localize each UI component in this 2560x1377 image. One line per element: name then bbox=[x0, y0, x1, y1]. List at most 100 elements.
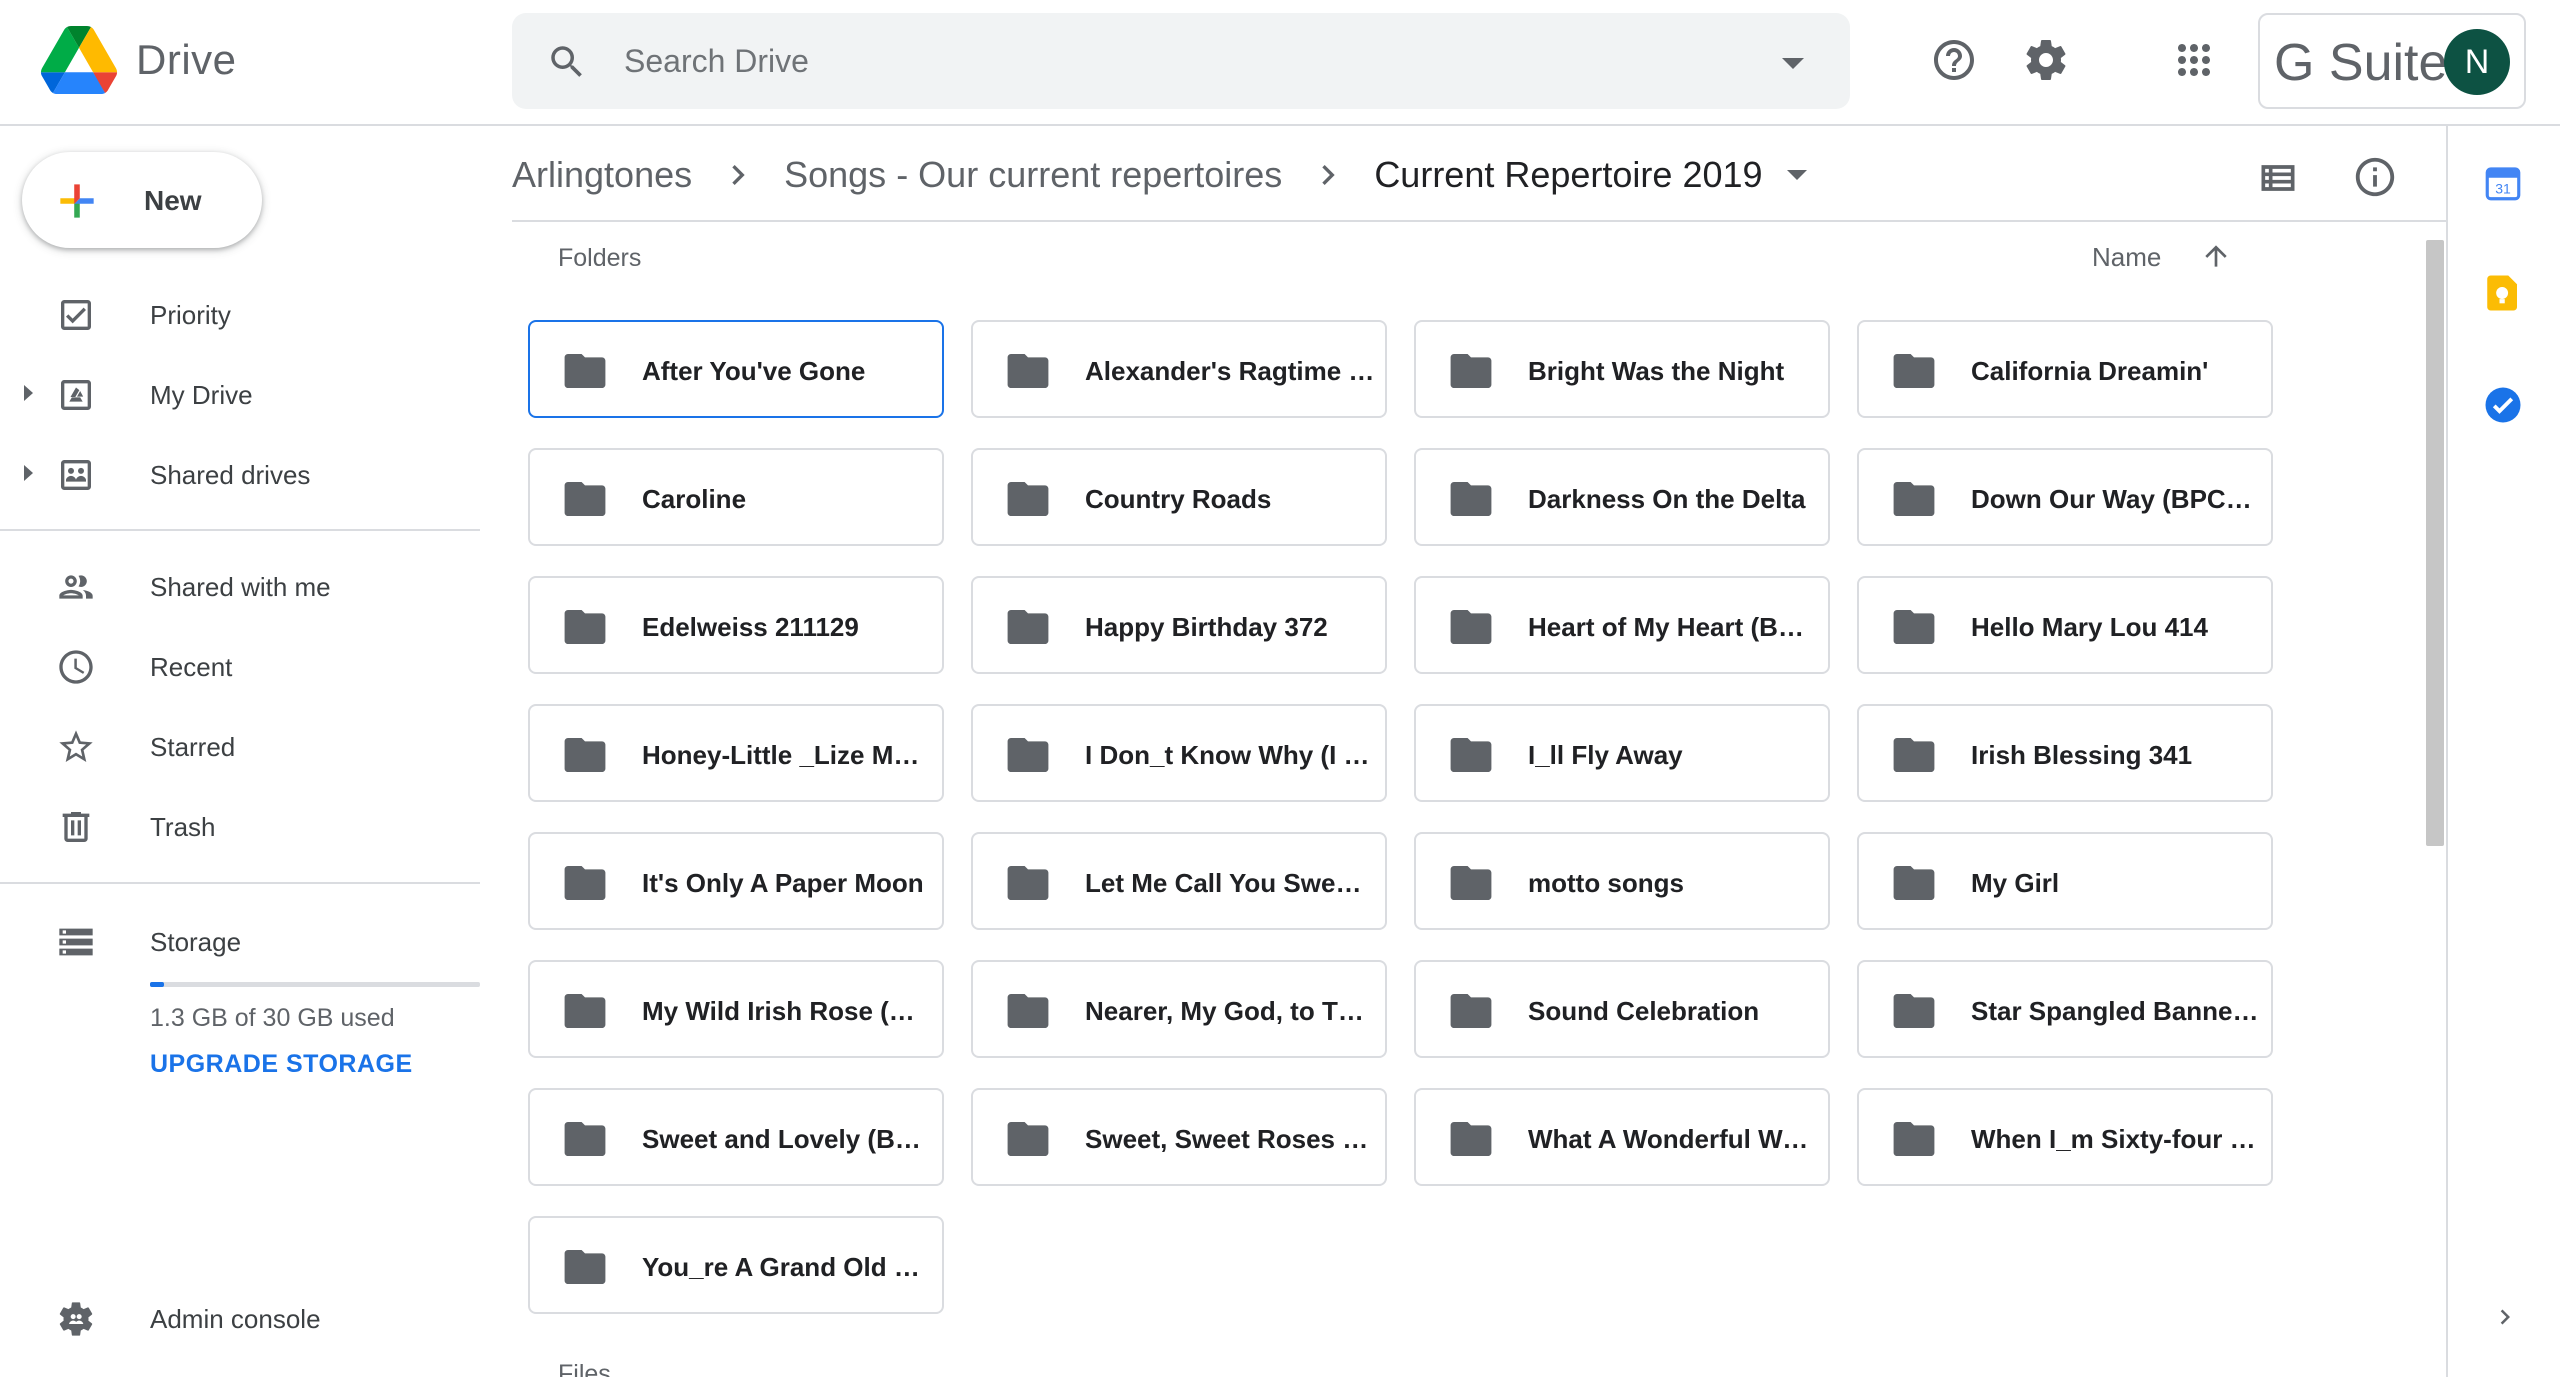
folder-card[interactable]: Caroline bbox=[528, 448, 944, 546]
sidebar-item-label: Shared with me bbox=[150, 572, 331, 602]
calendar-icon[interactable]: 31 bbox=[2482, 162, 2524, 204]
folder-icon bbox=[1893, 610, 1935, 644]
folder-name: Let Me Call You Sweetheart bbox=[1085, 868, 1375, 898]
folder-icon bbox=[1007, 354, 1049, 388]
help-icon[interactable] bbox=[1930, 36, 1978, 84]
folder-name: California Dreamin' bbox=[1971, 356, 2209, 386]
sidebar-item-label: Starred bbox=[150, 732, 236, 762]
avatar[interactable]: N bbox=[2444, 29, 2510, 95]
folder-card[interactable]: Darkness On the Delta bbox=[1414, 448, 1830, 546]
folders-section-label: Folders bbox=[558, 244, 642, 272]
sidebar-item-recent[interactable]: Recent bbox=[0, 630, 480, 700]
search-icon[interactable] bbox=[546, 41, 588, 83]
search-input[interactable] bbox=[624, 35, 1704, 87]
app-title: Drive bbox=[136, 36, 237, 83]
sidebar-item-label: Storage bbox=[150, 927, 242, 957]
folder-card[interactable]: Nearer, My God, to Thee bbox=[971, 960, 1387, 1058]
sidebar-item-starred[interactable]: Starred bbox=[0, 710, 480, 780]
top-bar: Drive G Suite N bbox=[0, 0, 2560, 126]
chevron-right-icon[interactable] bbox=[2490, 1302, 2520, 1332]
folder-card[interactable]: I_ll Fly Away bbox=[1414, 704, 1830, 802]
folder-name: motto songs bbox=[1528, 868, 1684, 898]
folder-card[interactable]: Honey-Little _Lize Medley bbox=[528, 704, 944, 802]
breadcrumb-current[interactable]: Current Repertoire 2019 bbox=[1374, 154, 1762, 196]
expand-arrow-icon[interactable] bbox=[24, 385, 33, 401]
chevron-down-icon[interactable] bbox=[1786, 170, 1807, 180]
folder-icon bbox=[1450, 354, 1492, 388]
keep-notes-icon[interactable] bbox=[2482, 272, 2524, 314]
folder-card[interactable]: Star Spangled Banner 412 bbox=[1857, 960, 2273, 1058]
folder-card[interactable]: Edelweiss 211129 bbox=[528, 576, 944, 674]
folder-card[interactable]: When I_m Sixty-four 417 bbox=[1857, 1088, 2273, 1186]
folder-name: Edelweiss 211129 bbox=[642, 612, 859, 642]
sidebar-item-storage[interactable]: Storage bbox=[0, 905, 480, 975]
folder-card[interactable]: Sound Celebration bbox=[1414, 960, 1830, 1058]
drive-logo-icon[interactable] bbox=[40, 26, 118, 94]
folder-card[interactable]: Bright Was the Night bbox=[1414, 320, 1830, 418]
folder-card[interactable]: Sweet and Lovely (BPCp8) bbox=[528, 1088, 944, 1186]
folder-name: Country Roads bbox=[1085, 484, 1272, 514]
sidebar-item-admin-console[interactable]: Admin console bbox=[0, 1282, 480, 1352]
folder-icon bbox=[564, 482, 606, 516]
folder-name: Down Our Way (BPCp8) bbox=[1971, 484, 2261, 514]
folder-card[interactable]: motto songs bbox=[1414, 832, 1830, 930]
folder-name: Caroline bbox=[642, 484, 747, 514]
gsuite-account-switcher[interactable]: G Suite N bbox=[2258, 13, 2526, 109]
storage-used-text: 1.3 GB of 30 GB used bbox=[150, 1004, 395, 1032]
sort-by-name[interactable]: Name bbox=[2092, 242, 2161, 273]
sidebar-item-label: My Drive bbox=[150, 380, 253, 410]
sidebar-divider bbox=[0, 882, 480, 884]
folder-card[interactable]: What A Wonderful World bbox=[1414, 1088, 1830, 1186]
folder-card[interactable]: Alexander's Ragtime Band bbox=[971, 320, 1387, 418]
sidebar-item-my-drive[interactable]: My Drive bbox=[0, 358, 480, 428]
new-button[interactable]: New bbox=[22, 152, 262, 248]
apps-grid-icon[interactable] bbox=[2170, 36, 2218, 84]
folder-card[interactable]: Heart of My Heart (BPCp8) bbox=[1414, 576, 1830, 674]
folder-card[interactable]: It's Only A Paper Moon bbox=[528, 832, 944, 930]
folder-icon bbox=[564, 866, 606, 900]
folder-card[interactable]: Irish Blessing 341 bbox=[1857, 704, 2273, 802]
folder-name: My Wild Irish Rose (BPCp8) bbox=[642, 996, 932, 1026]
info-icon[interactable] bbox=[2352, 154, 2398, 200]
folder-icon bbox=[1450, 994, 1492, 1028]
folder-card[interactable]: Country Roads bbox=[971, 448, 1387, 546]
folder-card[interactable]: Sweet, Sweet Roses of Morn bbox=[971, 1088, 1387, 1186]
folder-card[interactable]: After You've Gone bbox=[528, 320, 944, 418]
folder-card[interactable]: You_re A Grand Old Flag bbox=[528, 1216, 944, 1314]
breadcrumb-item[interactable]: Arlingtones bbox=[512, 154, 692, 196]
sort-ascending-arrow-icon[interactable] bbox=[2200, 240, 2232, 272]
sidebar-item-shared-drives[interactable]: Shared drives bbox=[0, 438, 480, 508]
folder-card[interactable]: Let Me Call You Sweetheart bbox=[971, 832, 1387, 930]
folder-icon bbox=[1893, 1122, 1935, 1156]
folder-icon bbox=[1450, 866, 1492, 900]
folder-icon bbox=[564, 1122, 606, 1156]
folder-icon bbox=[564, 354, 606, 388]
tasks-icon[interactable] bbox=[2482, 384, 2524, 426]
folder-card[interactable]: Hello Mary Lou 414 bbox=[1857, 576, 2273, 674]
breadcrumb-item[interactable]: Songs - Our current repertoires bbox=[784, 154, 1282, 196]
star-icon bbox=[59, 730, 93, 762]
folder-icon bbox=[564, 1250, 606, 1284]
folder-card[interactable]: California Dreamin' bbox=[1857, 320, 2273, 418]
my-drive-icon bbox=[61, 380, 91, 410]
sidebar-item-priority[interactable]: Priority bbox=[0, 278, 480, 348]
folder-icon bbox=[1893, 866, 1935, 900]
sidebar-item-label: Trash bbox=[150, 812, 216, 842]
folder-icon bbox=[1007, 1122, 1049, 1156]
folder-card[interactable]: Happy Birthday 372 bbox=[971, 576, 1387, 674]
sidebar-item-trash[interactable]: Trash bbox=[0, 790, 480, 860]
folder-card[interactable]: My Wild Irish Rose (BPCp8) bbox=[528, 960, 944, 1058]
folder-icon bbox=[1893, 482, 1935, 516]
list-view-icon[interactable] bbox=[2256, 156, 2300, 200]
settings-gear-icon[interactable] bbox=[2022, 36, 2070, 84]
folder-name: What A Wonderful World bbox=[1528, 1124, 1818, 1154]
folder-card[interactable]: I Don_t Know Why (I Just Do) bbox=[971, 704, 1387, 802]
search-bar[interactable] bbox=[512, 13, 1850, 109]
scrollbar-thumb[interactable] bbox=[2426, 240, 2444, 846]
upgrade-storage-link[interactable]: UPGRADE STORAGE bbox=[150, 1050, 413, 1079]
folder-card[interactable]: My Girl bbox=[1857, 832, 2273, 930]
search-options-icon[interactable] bbox=[1782, 58, 1804, 69]
sidebar-item-shared-with-me[interactable]: Shared with me bbox=[0, 550, 480, 620]
expand-arrow-icon[interactable] bbox=[24, 465, 33, 481]
folder-card[interactable]: Down Our Way (BPCp8) bbox=[1857, 448, 2273, 546]
